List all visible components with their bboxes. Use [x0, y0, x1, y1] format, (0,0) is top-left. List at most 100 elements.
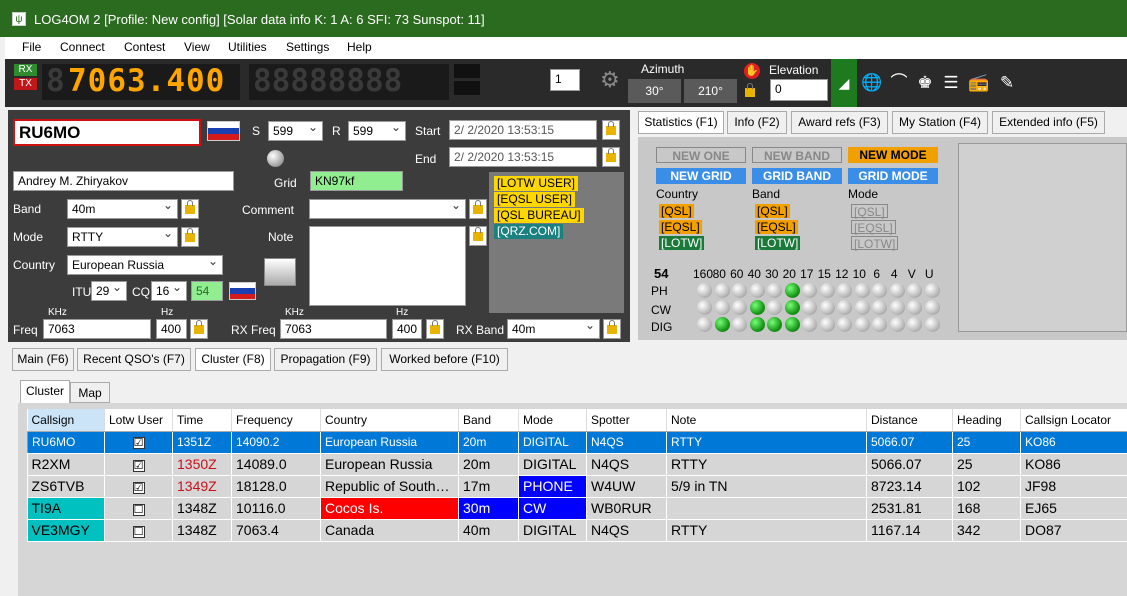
- mode-select[interactable]: RTTY: [67, 227, 178, 247]
- subtab-cluster[interactable]: Cluster: [20, 380, 70, 403]
- cell-country: European Russia: [320, 431, 459, 454]
- tab-extended-info[interactable]: Extended info (F5): [992, 111, 1105, 134]
- note-label: Note: [268, 230, 294, 244]
- note-textarea[interactable]: [309, 226, 466, 306]
- rxfreq-input[interactable]: 7063: [280, 319, 387, 339]
- band-lock-button[interactable]: [181, 199, 199, 219]
- tab-info[interactable]: Info (F2): [727, 111, 787, 134]
- col-heading[interactable]: Heading: [952, 409, 1021, 432]
- mode-lock-button[interactable]: [181, 227, 199, 247]
- qrz-tag[interactable]: [QRZ.COM]: [494, 224, 564, 239]
- rxfreq-hz-input[interactable]: 400: [392, 319, 422, 339]
- cq-select[interactable]: 16: [151, 281, 187, 301]
- lock-icon[interactable]: [745, 83, 759, 99]
- start-lock-button[interactable]: [602, 120, 620, 140]
- lotw-checkbox[interactable]: ☑: [132, 437, 145, 449]
- table-row[interactable]: R2XM ☑ 1350Z 14089.0 European Russia 20m…: [27, 453, 1127, 476]
- cell-distance: 8723.14: [866, 475, 953, 498]
- propagation-icon[interactable]: ⌒: [887, 73, 911, 93]
- server-icon[interactable]: ☰: [941, 73, 961, 93]
- band-qsl-tag: [QSL]: [755, 204, 790, 218]
- band-mode-led: [872, 300, 887, 315]
- band-mode-led: [907, 300, 922, 315]
- end-lock-button[interactable]: [602, 147, 620, 167]
- tab-recent-qsos[interactable]: Recent QSO's (F7): [77, 348, 191, 371]
- grid-input[interactable]: KN97kf: [310, 171, 403, 191]
- callsign-input[interactable]: RU6MO: [13, 119, 201, 146]
- col-time[interactable]: Time: [172, 409, 232, 432]
- mode-label: Mode: [13, 230, 44, 244]
- col-distance[interactable]: Distance: [866, 409, 953, 432]
- itu-select[interactable]: 29: [91, 281, 127, 301]
- comment-lock-button[interactable]: [469, 199, 487, 219]
- tab-statistics[interactable]: Statistics (F1): [638, 111, 724, 134]
- tab-main[interactable]: Main (F6): [12, 348, 74, 371]
- lotw-checkbox[interactable]: ☐: [132, 526, 145, 538]
- freq-hz-input[interactable]: 400: [156, 319, 187, 339]
- menu-utilities[interactable]: Utilities: [228, 40, 267, 54]
- signal-icon[interactable]: ◢: [831, 59, 857, 107]
- freq-lock-button[interactable]: [190, 319, 208, 339]
- save-qso-icon[interactable]: [264, 258, 296, 286]
- azimuth-button-1[interactable]: 30°: [628, 79, 681, 103]
- country-label: Country: [13, 258, 56, 272]
- row-label-cw: CW: [651, 303, 671, 317]
- elevation-input[interactable]: 0: [770, 79, 828, 101]
- stop-rotator-icon[interactable]: ✋: [744, 63, 760, 79]
- rst-rcvd-select[interactable]: 599: [348, 121, 406, 141]
- tab-cluster[interactable]: Cluster (F8): [195, 348, 271, 371]
- lotw-checkbox[interactable]: ☐: [132, 504, 145, 516]
- col-mode[interactable]: Mode: [518, 409, 587, 432]
- rst-sent-select[interactable]: 599: [268, 121, 323, 141]
- band-mode-led: [872, 317, 887, 332]
- radio-icon[interactable]: 📻: [967, 73, 991, 93]
- note-lock-button[interactable]: [469, 226, 487, 246]
- menu-file[interactable]: File: [22, 40, 41, 54]
- cell-note: 5/9 in TN: [666, 475, 867, 498]
- lotw-checkbox[interactable]: ☑: [132, 482, 145, 494]
- table-row[interactable]: TI9A ☐ 1348Z 10116.0 Cocos Is. 30m CW WB…: [27, 497, 1127, 520]
- menu-view[interactable]: View: [184, 40, 210, 54]
- table-row[interactable]: RU6MO ☑ 1351Z 14090.2 European Russia 20…: [27, 431, 1127, 454]
- band-select[interactable]: 40m: [67, 199, 178, 219]
- col-note[interactable]: Note: [666, 409, 867, 432]
- country-select[interactable]: European Russia: [67, 255, 223, 275]
- start-datetime[interactable]: 2/ 2/2020 13:53:15: [449, 120, 597, 140]
- rxband-lock-button[interactable]: [603, 319, 621, 339]
- menu-help[interactable]: Help: [347, 40, 372, 54]
- menu-settings[interactable]: Settings: [286, 40, 329, 54]
- cell-time: 1348Z: [172, 497, 232, 520]
- azimuth-button-2[interactable]: 210°: [684, 79, 737, 103]
- name-input[interactable]: Andrey M. Zhiryakov: [13, 171, 234, 191]
- table-row[interactable]: ZS6TVB ☑ 1349Z 18128.0 Republic of South…: [27, 475, 1127, 498]
- subtab-map[interactable]: Map: [70, 382, 110, 403]
- vfo-spinner[interactable]: 1: [550, 69, 580, 91]
- col-spotter[interactable]: Spotter: [586, 409, 667, 432]
- col-frequency[interactable]: Frequency: [231, 409, 321, 432]
- lotw-checkbox[interactable]: ☑: [132, 460, 145, 472]
- col-lotw-user[interactable]: Lotw User: [104, 409, 173, 432]
- col-callsign-locator[interactable]: Callsign Locator: [1020, 409, 1127, 432]
- stats-dxcc-count: 54: [654, 266, 669, 281]
- mode-qsl-tag: [QSL]: [851, 204, 888, 219]
- tab-propagation[interactable]: Propagation (F9): [274, 348, 377, 371]
- tab-award-refs[interactable]: Award refs (F3): [791, 111, 888, 134]
- menu-contest[interactable]: Contest: [124, 40, 165, 54]
- chess-king-icon[interactable]: ♚: [915, 73, 935, 93]
- rxfreq-lock-button[interactable]: [426, 319, 444, 339]
- menu-connect[interactable]: Connect: [60, 40, 105, 54]
- tab-my-station[interactable]: My Station (F4): [892, 111, 988, 134]
- gear-icon[interactable]: ⚙: [600, 67, 620, 93]
- freq-input[interactable]: 7063: [43, 319, 151, 339]
- col-band[interactable]: Band: [458, 409, 519, 432]
- tab-worked-before[interactable]: Worked before (F10): [381, 348, 508, 371]
- col-callsign[interactable]: Callsign: [27, 409, 105, 432]
- rxband-select[interactable]: 40m: [507, 319, 600, 339]
- table-row[interactable]: VE3MGY ☐ 1348Z 7063.4 Canada 40m DIGITAL…: [27, 519, 1127, 542]
- globe-icon[interactable]: 🌐: [861, 73, 882, 93]
- end-datetime[interactable]: 2/ 2/2020 13:53:15: [449, 147, 597, 167]
- band-mode-led: [819, 317, 835, 332]
- microphone-icon[interactable]: ✎: [997, 73, 1017, 93]
- comment-input[interactable]: [309, 199, 466, 219]
- col-country[interactable]: Country: [320, 409, 459, 432]
